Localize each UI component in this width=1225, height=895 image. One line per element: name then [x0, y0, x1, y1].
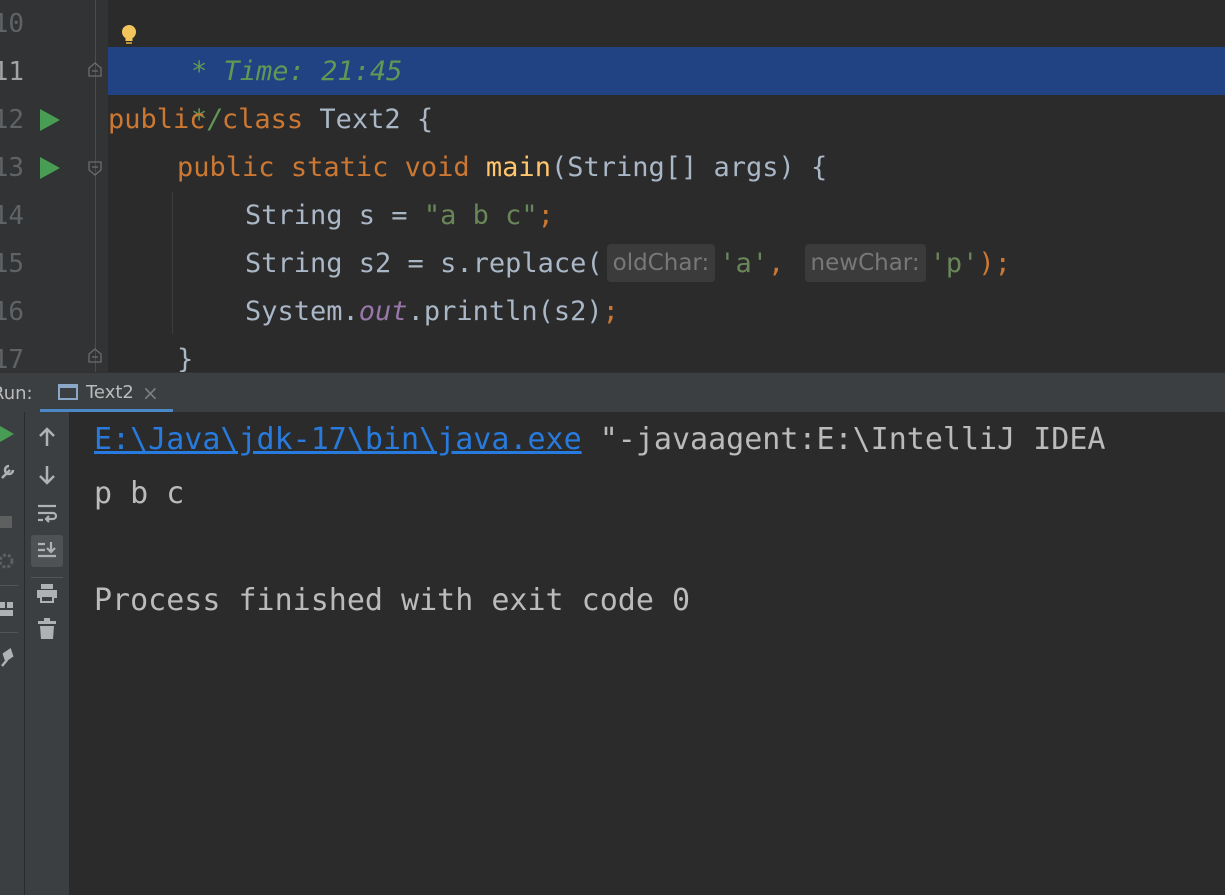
console-program-output: p b c: [94, 476, 185, 511]
code-line-11: */: [126, 48, 224, 135]
method-name: main: [485, 152, 551, 183]
toolbar-separator: [0, 585, 18, 586]
code-line-16: System.out.println(s2);: [245, 288, 619, 336]
tab-label: Text2: [86, 382, 134, 403]
keyword: class: [221, 104, 304, 135]
indent-guide: [172, 192, 173, 334]
line-number: 10: [0, 9, 24, 39]
line-number: 14: [0, 201, 24, 231]
run-main-icon[interactable]: [40, 157, 60, 179]
keyword: public: [177, 152, 275, 183]
code-text: System.: [245, 296, 359, 327]
wrench-icon[interactable]: [0, 462, 16, 480]
line-number: 16: [0, 297, 24, 327]
lightbulb-icon[interactable]: [119, 22, 139, 48]
keyword: void: [404, 152, 470, 183]
line-number: 12: [0, 105, 24, 135]
run-toolwindow-header: Run: Text2 ×: [0, 372, 1225, 413]
string-literal: "a b c": [423, 200, 538, 231]
keyword: static: [290, 152, 389, 183]
code-line-17: }: [177, 336, 193, 372]
console-toolbar: [24, 412, 70, 895]
settings-icon[interactable]: [0, 550, 18, 572]
code-line-12: public class Text2 {: [108, 96, 433, 144]
code-line-10: * Time: 21:45: [126, 0, 402, 87]
java-exe-link[interactable]: E:\Java\jdk-17\bin\java.exe: [94, 422, 582, 457]
tab-text2[interactable]: Text2 ×: [40, 373, 173, 413]
param-hint-newchar: newChar:: [804, 244, 926, 282]
arrow-up-icon[interactable]: [37, 426, 57, 448]
scroll-to-end-button[interactable]: [31, 535, 63, 567]
char-literal: 'p': [929, 248, 979, 279]
toolbar-separator: [0, 632, 18, 633]
code-text: }: [177, 344, 194, 372]
comma: ,: [768, 248, 785, 279]
code-text: Text2 {: [303, 104, 434, 135]
toolbar-separator: [31, 577, 63, 578]
code-text: .println(s2): [407, 296, 603, 327]
char-literal: 'a': [719, 248, 768, 279]
rerun-icon[interactable]: [0, 426, 14, 442]
code-line-15: String s2 = s.replace(oldChar:'a', newCh…: [245, 240, 1011, 288]
console-command-line: E:\Java\jdk-17\bin\java.exe "-javaagent:…: [94, 420, 1105, 460]
command-args: "-javaagent:E:\IntelliJ IDEA: [581, 422, 1106, 457]
stop-icon[interactable]: [0, 516, 12, 528]
semicolon: ;: [537, 200, 554, 231]
code-text: String s =: [245, 200, 424, 231]
code-text: );: [978, 248, 1011, 279]
layout-icon[interactable]: [0, 600, 14, 618]
scroll-to-end-icon: [38, 542, 56, 558]
gutter-separator: [95, 0, 96, 372]
line-number: 17: [0, 345, 24, 372]
print-icon[interactable]: [36, 582, 58, 604]
fold-start-icon[interactable]: [87, 160, 103, 176]
fold-end-icon[interactable]: [87, 348, 103, 364]
code-text: String s2 = s.replace(: [245, 248, 603, 279]
console-icon: [58, 384, 78, 400]
console-output[interactable]: E:\Java\jdk-17\bin\java.exe "-javaagent:…: [69, 412, 1225, 895]
line-number: 11: [0, 57, 24, 87]
line-number: 13: [0, 153, 24, 183]
code-line-13: public static void main(String[] args) {: [177, 144, 827, 192]
arrow-down-icon[interactable]: [37, 464, 57, 486]
trash-icon[interactable]: [38, 618, 56, 640]
keyword: public: [108, 104, 206, 135]
fold-end-icon[interactable]: [87, 62, 103, 78]
close-icon[interactable]: ×: [142, 381, 159, 405]
run-label: Run:: [0, 383, 33, 404]
run-class-icon[interactable]: [40, 109, 60, 131]
line-number: 15: [0, 249, 24, 279]
code-editor[interactable]: 10 11 12 13 14 15 16 17 * Time: 21:45 */…: [0, 0, 1225, 372]
pin-icon[interactable]: [0, 648, 14, 668]
run-side-toolbar: [0, 412, 24, 895]
code-text: (String[] args) {: [550, 152, 828, 183]
field-name: out: [358, 296, 408, 327]
console-exit-message: Process finished with exit code 0: [94, 583, 691, 618]
param-hint-oldchar: oldChar:: [606, 244, 716, 282]
semicolon: ;: [602, 296, 619, 327]
soft-wrap-icon[interactable]: [36, 502, 58, 524]
code-line-14: String s = "a b c";: [245, 192, 554, 240]
